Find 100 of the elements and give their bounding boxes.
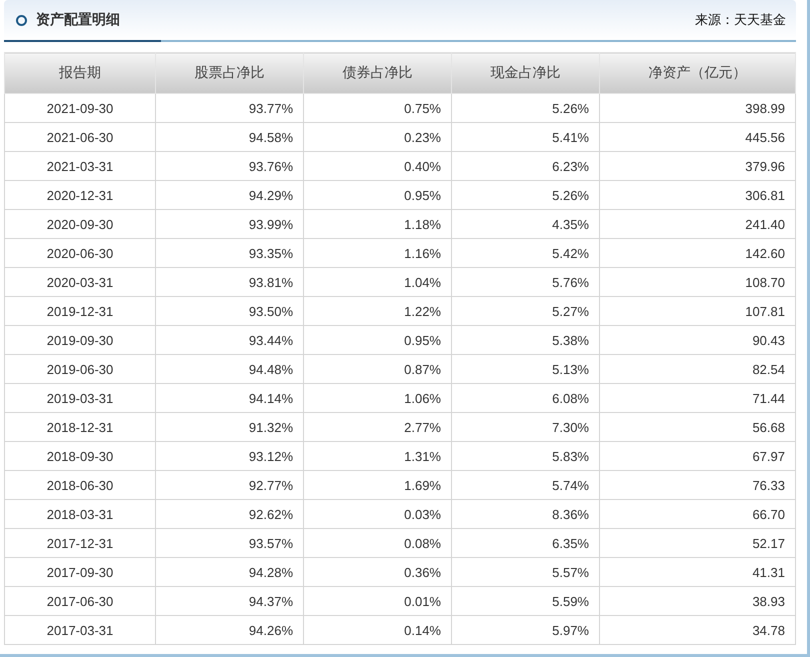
table-cell: 2021-03-31 [4,152,156,180]
column-header: 债券占净比 [304,52,452,94]
circle-icon [16,14,27,26]
table-cell: 5.83% [452,442,600,470]
table-cell: 82.54 [600,354,796,384]
table-cell: 92.62% [156,500,304,528]
table-cell: 0.08% [304,528,452,558]
table-cell: 5.42% [452,238,600,268]
table-cell: 1.69% [304,470,452,500]
table-cell: 2021-06-30 [4,122,156,152]
table-cell: 71.44 [600,384,796,412]
table-cell: 306.81 [600,180,796,210]
table-cell: 5.59% [452,586,600,616]
table-cell: 93.12% [156,442,304,470]
table-cell: 94.37% [156,586,304,616]
table-cell: 5.74% [452,470,600,500]
table-cell: 94.58% [156,122,304,152]
table-cell: 6.08% [452,384,600,412]
table-cell: 5.13% [452,354,600,384]
table-cell: 0.14% [304,616,452,644]
table-cell: 2018-03-31 [4,500,156,528]
table-cell: 93.50% [156,296,304,326]
table-cell: 0.40% [304,152,452,180]
table-cell: 6.23% [452,152,600,180]
table-cell: 1.04% [304,268,452,296]
table-cell: 241.40 [600,210,796,238]
table-cell: 108.70 [600,268,796,296]
table-cell: 93.44% [156,326,304,354]
table-cell: 66.70 [600,500,796,528]
table-cell: 2018-06-30 [4,470,156,500]
table-cell: 94.14% [156,384,304,412]
table-cell: 0.75% [304,94,452,122]
table-cell: 4.35% [452,210,600,238]
table-cell: 2020-03-31 [4,268,156,296]
table-cell: 2020-09-30 [4,210,156,238]
table-cell: 93.35% [156,238,304,268]
table-cell: 0.87% [304,354,452,384]
table-cell: 52.17 [600,528,796,558]
table-cell: 41.31 [600,558,796,586]
table-cell: 0.95% [304,180,452,210]
table-cell: 94.28% [156,558,304,586]
column-header: 净资产（亿元） [600,52,796,94]
table-cell: 0.95% [304,326,452,354]
table-cell: 2021-09-30 [4,94,156,122]
table-cell: 1.31% [304,442,452,470]
table-cell: 5.97% [452,616,600,644]
table-cell: 1.16% [304,238,452,268]
table-cell: 2019-06-30 [4,354,156,384]
table-cell: 91.32% [156,412,304,442]
table-cell: 2019-09-30 [4,326,156,354]
column-header: 报告期 [4,52,156,94]
table-cell: 1.22% [304,296,452,326]
table-cell: 5.76% [452,268,600,296]
column-header: 现金占净比 [452,52,600,94]
table-cell: 142.60 [600,238,796,268]
table-cell: 445.56 [600,122,796,152]
table-cell: 2017-06-30 [4,586,156,616]
table-cell: 2020-12-31 [4,180,156,210]
table-cell: 379.96 [600,152,796,180]
table-cell: 94.48% [156,354,304,384]
table-cell: 5.38% [452,326,600,354]
table-cell: 5.57% [452,558,600,586]
table-cell: 2019-03-31 [4,384,156,412]
table-cell: 34.78 [600,616,796,644]
table-cell: 67.97 [600,442,796,470]
table-cell: 90.43 [600,326,796,354]
table-cell: 93.81% [156,268,304,296]
table-cell: 2020-06-30 [4,238,156,268]
table-cell: 94.29% [156,180,304,210]
table-cell: 2019-12-31 [4,296,156,326]
table-cell: 2017-03-31 [4,616,156,644]
table-cell: 5.27% [452,296,600,326]
table-cell: 92.77% [156,470,304,500]
table-cell: 93.77% [156,94,304,122]
table-cell: 2018-12-31 [4,412,156,442]
table-cell: 93.99% [156,210,304,238]
table-cell: 94.26% [156,616,304,644]
table-cell: 0.36% [304,558,452,586]
table-cell: 398.99 [600,94,796,122]
table-cell: 93.57% [156,528,304,558]
table-cell: 76.33 [600,470,796,500]
table-cell: 7.30% [452,412,600,442]
panel-title: 资产配置明细 [36,11,120,29]
column-header: 股票占净比 [156,52,304,94]
table-cell: 2017-09-30 [4,558,156,586]
table-cell: 0.01% [304,586,452,616]
table-cell: 1.18% [304,210,452,238]
table-cell: 8.36% [452,500,600,528]
table-cell: 0.03% [304,500,452,528]
table-cell: 2.77% [304,412,452,442]
table-cell: 93.76% [156,152,304,180]
table-cell: 1.06% [304,384,452,412]
table-cell: 5.41% [452,122,600,152]
source-label: 来源：天天基金 [695,11,786,29]
table-cell: 56.68 [600,412,796,442]
table-cell: 0.23% [304,122,452,152]
table-cell: 107.81 [600,296,796,326]
table-cell: 5.26% [452,94,600,122]
table-cell: 2017-12-31 [4,528,156,558]
table-cell: 2018-09-30 [4,442,156,470]
